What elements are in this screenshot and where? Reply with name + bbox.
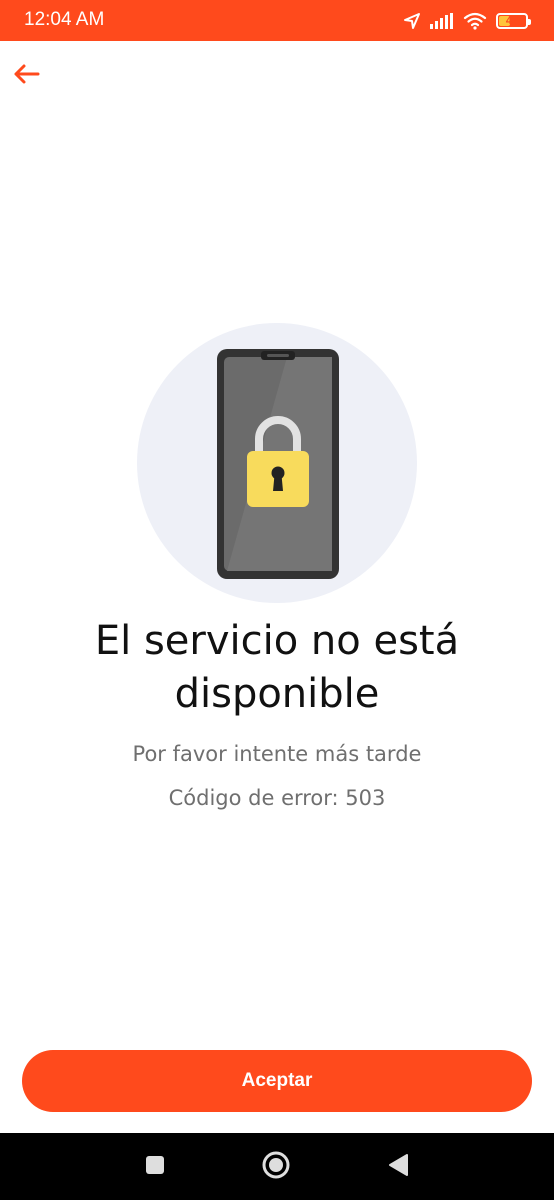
battery-level: 42 <box>505 14 519 27</box>
page-title: El servicio no está disponible <box>94 618 460 717</box>
back-button[interactable] <box>8 58 44 94</box>
home-button[interactable] <box>246 1133 306 1200</box>
status-time: 12:04 AM <box>24 9 105 30</box>
nav-bar <box>0 1133 554 1200</box>
arrow-left-icon <box>12 63 40 89</box>
signal-bars-icon <box>430 13 454 29</box>
phone-lock-illustration <box>137 323 417 603</box>
back-triangle-icon <box>387 1153 409 1181</box>
status-icons: 42 <box>403 10 531 32</box>
home-circle-icon <box>261 1150 291 1184</box>
error-code: Código de error: 503 <box>168 786 386 810</box>
wifi-icon <box>463 12 487 30</box>
recents-button[interactable] <box>125 1133 185 1200</box>
recents-square-icon <box>145 1155 165 1179</box>
nav-back-button[interactable] <box>368 1133 428 1200</box>
subtitle: Por favor intente más tarde <box>132 742 422 766</box>
battery-icon: 42 <box>496 13 531 29</box>
accept-button[interactable]: Aceptar <box>22 1050 532 1112</box>
status-bar: 12:04 AM 42 <box>0 0 554 41</box>
location-arrow-icon <box>403 12 421 30</box>
